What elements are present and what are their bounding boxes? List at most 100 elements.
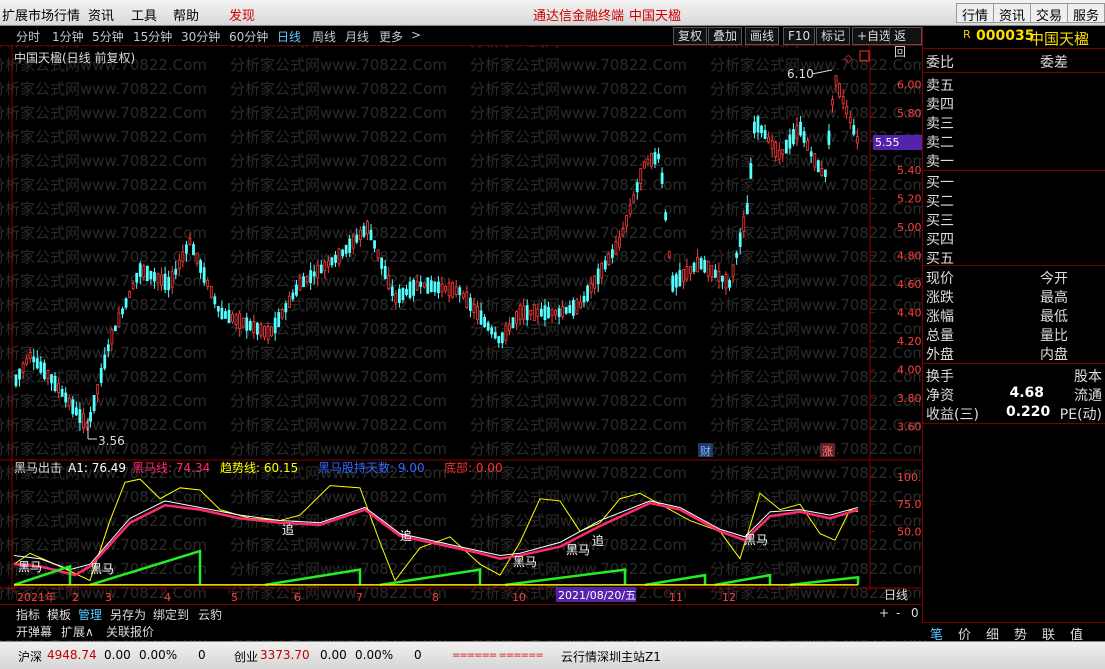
high-price-label: 6.10 xyxy=(787,67,814,81)
period-15min[interactable]: 15分钟 xyxy=(133,28,172,45)
menu-help[interactable]: 帮助 xyxy=(173,5,199,24)
info-label: 换手 xyxy=(926,369,954,385)
sell-level-3: 卖三 xyxy=(926,113,1104,132)
sell-label: 卖一 xyxy=(926,154,954,170)
sell-level-4: 卖四 xyxy=(926,94,1104,113)
info-label: 收益(三) xyxy=(926,407,979,423)
tab-cloud[interactable]: 云豹 xyxy=(198,606,222,623)
candle-body xyxy=(600,262,604,279)
tab-manage[interactable]: 管理 xyxy=(78,606,102,623)
cy-label[interactable]: 创业 xyxy=(234,648,258,665)
signal-marker: 追 xyxy=(282,522,294,537)
kline-chart[interactable]: 6.005.805.605.405.205.004.804.604.404.20… xyxy=(0,46,922,604)
btn-quotes[interactable]: 行情 xyxy=(956,3,995,24)
btn-back[interactable]: 返回 xyxy=(889,27,922,59)
candle-body xyxy=(92,395,96,412)
candle-body xyxy=(362,225,366,237)
diamond-icon[interactable]: ◇ xyxy=(844,52,853,65)
btn-expand[interactable]: 扩展∧ xyxy=(61,623,94,640)
period-daily[interactable]: 日线 xyxy=(277,28,301,45)
quote-left-label: 总量 xyxy=(926,328,954,344)
info-value: 4.68 xyxy=(1009,385,1044,401)
stock-name[interactable]: 中国天楹 xyxy=(1029,28,1089,49)
period-1min[interactable]: 1分钟 xyxy=(52,28,84,45)
menu-ext-market[interactable]: 扩展市场行情 xyxy=(2,5,80,24)
menu-tools[interactable]: 工具 xyxy=(131,5,157,24)
price-tick-label: 5.20 xyxy=(897,193,922,206)
btn-overlay[interactable]: 叠加 xyxy=(708,27,743,45)
sh-volume: 0 xyxy=(198,648,206,662)
info-label: 净资 xyxy=(926,388,954,404)
zoom-reset-button[interactable]: 0 xyxy=(911,606,919,620)
candle-body xyxy=(454,286,458,295)
signal-marker: 黑马 xyxy=(18,560,42,574)
btn-f10[interactable]: F10 xyxy=(783,27,816,45)
period-30min[interactable]: 30分钟 xyxy=(181,28,220,45)
candle-body xyxy=(280,309,284,319)
candle-body xyxy=(369,229,373,241)
period-intraday[interactable]: 分时 xyxy=(16,28,40,45)
candle-body xyxy=(273,317,277,334)
weibi-label: 委比 xyxy=(926,55,954,71)
sh-label[interactable]: 沪深 xyxy=(18,648,42,665)
btn-trade[interactable]: 交易 xyxy=(1030,3,1069,24)
candle-body xyxy=(664,212,668,221)
menu-discover[interactable]: 发现 xyxy=(229,5,255,24)
zoom-out-button[interactable]: - xyxy=(896,606,900,620)
candle-body xyxy=(852,125,856,135)
app-stock-title: 中国天楹 xyxy=(629,9,682,24)
candle-body xyxy=(401,287,405,301)
quote-right-label: 量比 xyxy=(1040,328,1068,344)
price-tick-label: 5.00 xyxy=(897,221,922,234)
cy-change: 0.00 xyxy=(320,648,347,662)
weicha-label: 委差 xyxy=(1040,55,1068,71)
candle-body xyxy=(14,374,18,387)
candle-body xyxy=(529,310,533,316)
candle-body xyxy=(625,215,628,227)
btn-restore-rights[interactable]: 复权 xyxy=(673,27,708,45)
period-weekly[interactable]: 周线 xyxy=(312,28,336,45)
candle-body xyxy=(380,257,384,269)
btn-draw[interactable]: 画线 xyxy=(745,27,780,45)
tab-bind-to[interactable]: 绑定到 xyxy=(153,606,189,623)
tab-indicator[interactable]: 指标 xyxy=(16,606,40,623)
candle-body xyxy=(710,265,714,278)
btn-barrage[interactable]: 开弹幕 xyxy=(16,623,52,640)
candle-body xyxy=(305,275,309,283)
candle-body xyxy=(149,270,153,280)
tab-template[interactable]: 模板 xyxy=(47,606,71,623)
btn-service[interactable]: 服务 xyxy=(1067,3,1105,24)
candle-body xyxy=(536,308,540,317)
price-tick-label: 3.80 xyxy=(897,392,922,405)
server-name[interactable]: 云行情深圳主站Z1 xyxy=(561,648,661,665)
candle-body xyxy=(238,313,242,330)
candle-body xyxy=(547,307,550,319)
period-5min[interactable]: 5分钟 xyxy=(92,28,124,45)
indicator-name[interactable]: 黑马出击 xyxy=(14,461,62,475)
period-label: 日线 xyxy=(884,588,908,602)
btn-related-quote[interactable]: 关联报价 xyxy=(106,623,154,640)
zoom-in-button[interactable]: + xyxy=(879,606,889,620)
candle-body xyxy=(568,305,572,314)
candle-body xyxy=(444,286,447,292)
quote-left-label: 现价 xyxy=(926,271,954,287)
menu-news[interactable]: 资讯 xyxy=(88,5,114,24)
stock-code[interactable]: 000035 xyxy=(976,28,1034,44)
candle-body xyxy=(511,317,515,328)
btn-info[interactable]: 资讯 xyxy=(993,3,1032,24)
tab-save-as[interactable]: 另存为 xyxy=(110,606,146,623)
period-60min[interactable]: 60分钟 xyxy=(229,28,268,45)
candle-body xyxy=(355,234,359,243)
candle-body xyxy=(344,244,348,254)
candle-body xyxy=(678,270,682,287)
window-restore-icon[interactable] xyxy=(859,50,870,62)
period-monthly[interactable]: 月线 xyxy=(345,28,369,45)
candle-body xyxy=(802,131,806,143)
candle-body xyxy=(724,274,728,289)
chevron-right-icon[interactable]: > xyxy=(411,28,421,42)
btn-mark[interactable]: 标记 xyxy=(816,27,851,45)
cy-pct: 0.00% xyxy=(355,648,394,662)
period-more[interactable]: 更多 xyxy=(379,28,403,45)
buy-label: 买一 xyxy=(926,175,954,191)
candle-body xyxy=(632,194,636,203)
